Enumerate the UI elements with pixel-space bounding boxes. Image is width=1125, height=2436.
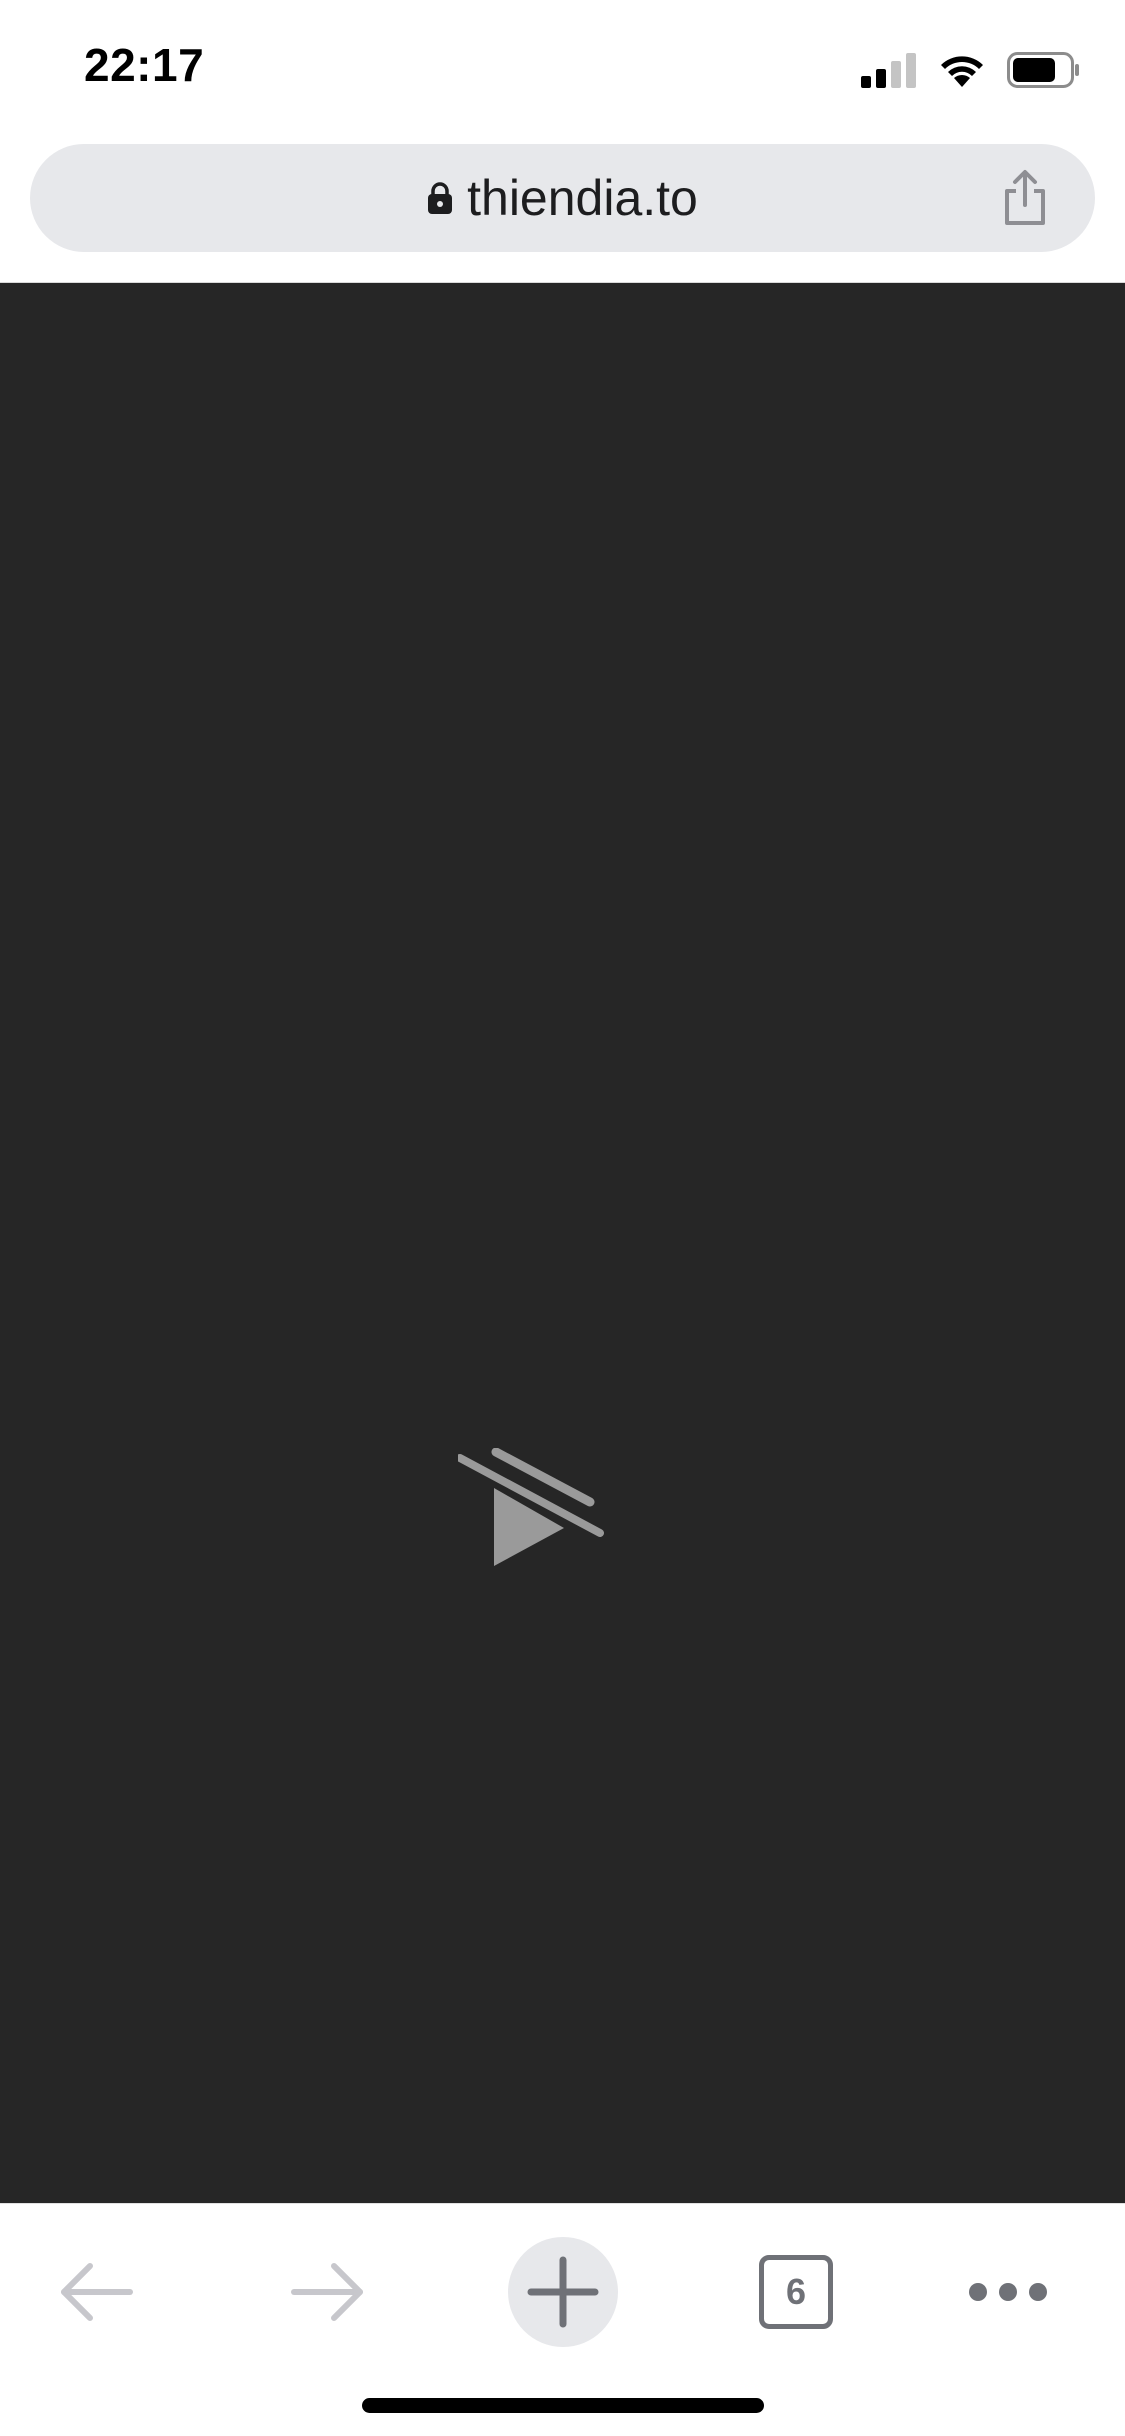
- cellular-signal-icon: [861, 53, 916, 88]
- bottom-toolbar: 6: [0, 2203, 1125, 2436]
- tab-count: 6: [785, 2271, 807, 2312]
- address-bar[interactable]: thiendia.to: [30, 144, 1095, 252]
- address-center: thiendia.to: [30, 144, 1095, 252]
- status-bar: 22:17: [0, 0, 1125, 140]
- video-player[interactable]: [0, 283, 1125, 2203]
- lock-icon: [428, 182, 453, 214]
- arrow-right-icon: [291, 2263, 363, 2321]
- battery-icon: [1007, 52, 1079, 88]
- back-button[interactable]: [36, 2232, 156, 2352]
- play-disabled-icon: [458, 1448, 604, 1566]
- address-area: thiendia.to: [0, 140, 1125, 283]
- more-button[interactable]: [948, 2232, 1068, 2352]
- plus-icon: [527, 2256, 599, 2328]
- new-tab-circle: [508, 2237, 618, 2347]
- url-text[interactable]: thiendia.to: [467, 169, 698, 227]
- home-indicator: [362, 2398, 764, 2413]
- status-icons: [861, 48, 1081, 92]
- share-icon: [1005, 170, 1045, 225]
- forward-button[interactable]: [268, 2232, 388, 2352]
- wifi-icon: [941, 56, 983, 87]
- share-button[interactable]: [995, 168, 1055, 228]
- browser-window: 22:17 thiendia.to 6: [0, 0, 1125, 2436]
- tab-count-box: 6: [759, 2255, 833, 2329]
- status-time: 22:17: [84, 39, 205, 91]
- more-dots-icon: [969, 2283, 1047, 2301]
- new-tab-button[interactable]: [503, 2232, 623, 2352]
- tab-switcher-button[interactable]: 6: [736, 2232, 856, 2352]
- arrow-left-icon: [61, 2263, 133, 2321]
